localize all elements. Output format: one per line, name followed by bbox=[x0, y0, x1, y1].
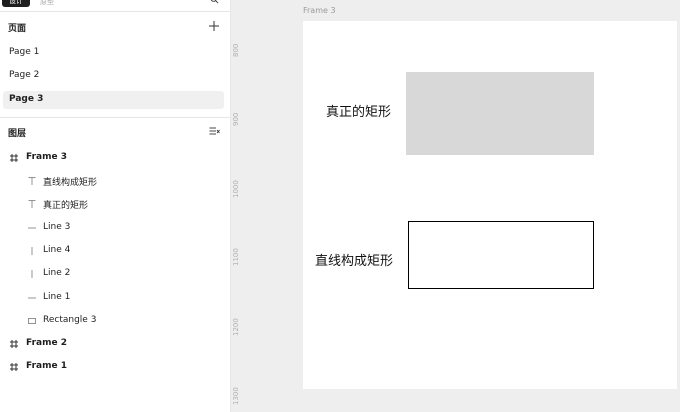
layer-name: Line 4 bbox=[43, 245, 71, 255]
layer-line-3[interactable]: Line 3 bbox=[0, 219, 230, 239]
search-icon[interactable] bbox=[210, 0, 219, 4]
rectangle-3[interactable] bbox=[406, 72, 594, 155]
layer-line-4[interactable]: Line 4 bbox=[0, 242, 230, 262]
page-item-label: Page 1 bbox=[9, 47, 40, 57]
layer-name: Frame 3 bbox=[26, 152, 67, 162]
design-canvas[interactable]: 800 900 1000 1100 1200 1300 Frame 3 真正的矩… bbox=[231, 0, 680, 412]
layer-text-line-rect[interactable]: 直线构成矩形 bbox=[0, 172, 230, 192]
collapse-layers-icon[interactable] bbox=[209, 126, 220, 136]
pages-title: 页面 bbox=[8, 24, 27, 34]
layer-line-2[interactable]: Line 2 bbox=[0, 265, 230, 285]
add-page-button[interactable] bbox=[208, 20, 220, 32]
layers-section-header: 图层 bbox=[0, 121, 230, 143]
section-divider bbox=[0, 117, 230, 118]
real-rectangle-text[interactable]: 真正的矩形 bbox=[326, 101, 391, 120]
layer-name: Line 3 bbox=[43, 222, 71, 232]
rectangle-icon bbox=[28, 318, 36, 324]
layer-text-real-rect[interactable]: 真正的矩形 bbox=[0, 195, 230, 215]
layer-name: Frame 1 bbox=[26, 361, 67, 371]
horizontal-line-icon bbox=[28, 297, 36, 299]
vertical-line-icon bbox=[31, 270, 33, 278]
ruler-label: 800 bbox=[232, 43, 240, 57]
sidebar-topbar: 设计 原型 bbox=[0, 0, 230, 12]
layers-title: 图层 bbox=[8, 129, 27, 139]
layer-name: Line 2 bbox=[43, 268, 71, 278]
vertical-line-icon bbox=[31, 247, 33, 255]
layer-rectangle-3[interactable]: Rectangle 3 bbox=[0, 312, 230, 332]
ruler-label: 1200 bbox=[232, 318, 240, 336]
text-icon bbox=[28, 177, 36, 185]
text-icon bbox=[28, 200, 36, 208]
layer-name: 直线构成矩形 bbox=[43, 178, 98, 188]
layer-name: 真正的矩形 bbox=[43, 201, 89, 211]
line-rectangle-text[interactable]: 直线构成矩形 bbox=[315, 250, 393, 269]
frame-label[interactable]: Frame 3 bbox=[303, 6, 336, 15]
vertical-ruler: 800 900 1000 1100 1200 1300 bbox=[231, 0, 245, 412]
frame-3[interactable]: 真正的矩形 直线构成矩形 bbox=[303, 21, 677, 389]
layer-name: Frame 2 bbox=[26, 338, 67, 348]
layer-frame-3[interactable]: Frame 3 bbox=[0, 149, 230, 169]
horizontal-line-icon bbox=[28, 227, 36, 229]
line-rectangle bbox=[408, 221, 594, 289]
ruler-label: 1000 bbox=[232, 180, 240, 198]
layer-name: Line 1 bbox=[43, 292, 71, 302]
page-item-label: Page 3 bbox=[9, 94, 44, 104]
layer-line-1[interactable]: Line 1 bbox=[0, 289, 230, 309]
ruler-label: 1100 bbox=[232, 248, 240, 266]
page-item-3[interactable]: Page 3 bbox=[3, 91, 224, 109]
ruler-label: 900 bbox=[232, 112, 240, 126]
tab-prototype[interactable]: 原型 bbox=[40, 0, 54, 7]
layer-frame-2[interactable]: Frame 2 bbox=[0, 335, 230, 355]
left-sidebar: 设计 原型 页面 Page 1 Page 2 Page 3 图层 Frame 3… bbox=[0, 0, 231, 412]
ruler-label: 1300 bbox=[232, 387, 240, 405]
layer-frame-1[interactable]: Frame 1 bbox=[0, 358, 230, 378]
pages-section-header: 页面 bbox=[0, 16, 230, 38]
page-item-label: Page 2 bbox=[9, 70, 40, 80]
tab-design[interactable]: 设计 bbox=[2, 0, 30, 7]
frame-icon bbox=[10, 340, 18, 348]
layer-name: Rectangle 3 bbox=[43, 315, 97, 325]
frame-icon bbox=[10, 154, 18, 162]
page-item-1[interactable]: Page 1 bbox=[3, 44, 224, 62]
page-item-2[interactable]: Page 2 bbox=[3, 67, 224, 85]
frame-icon bbox=[10, 363, 18, 371]
